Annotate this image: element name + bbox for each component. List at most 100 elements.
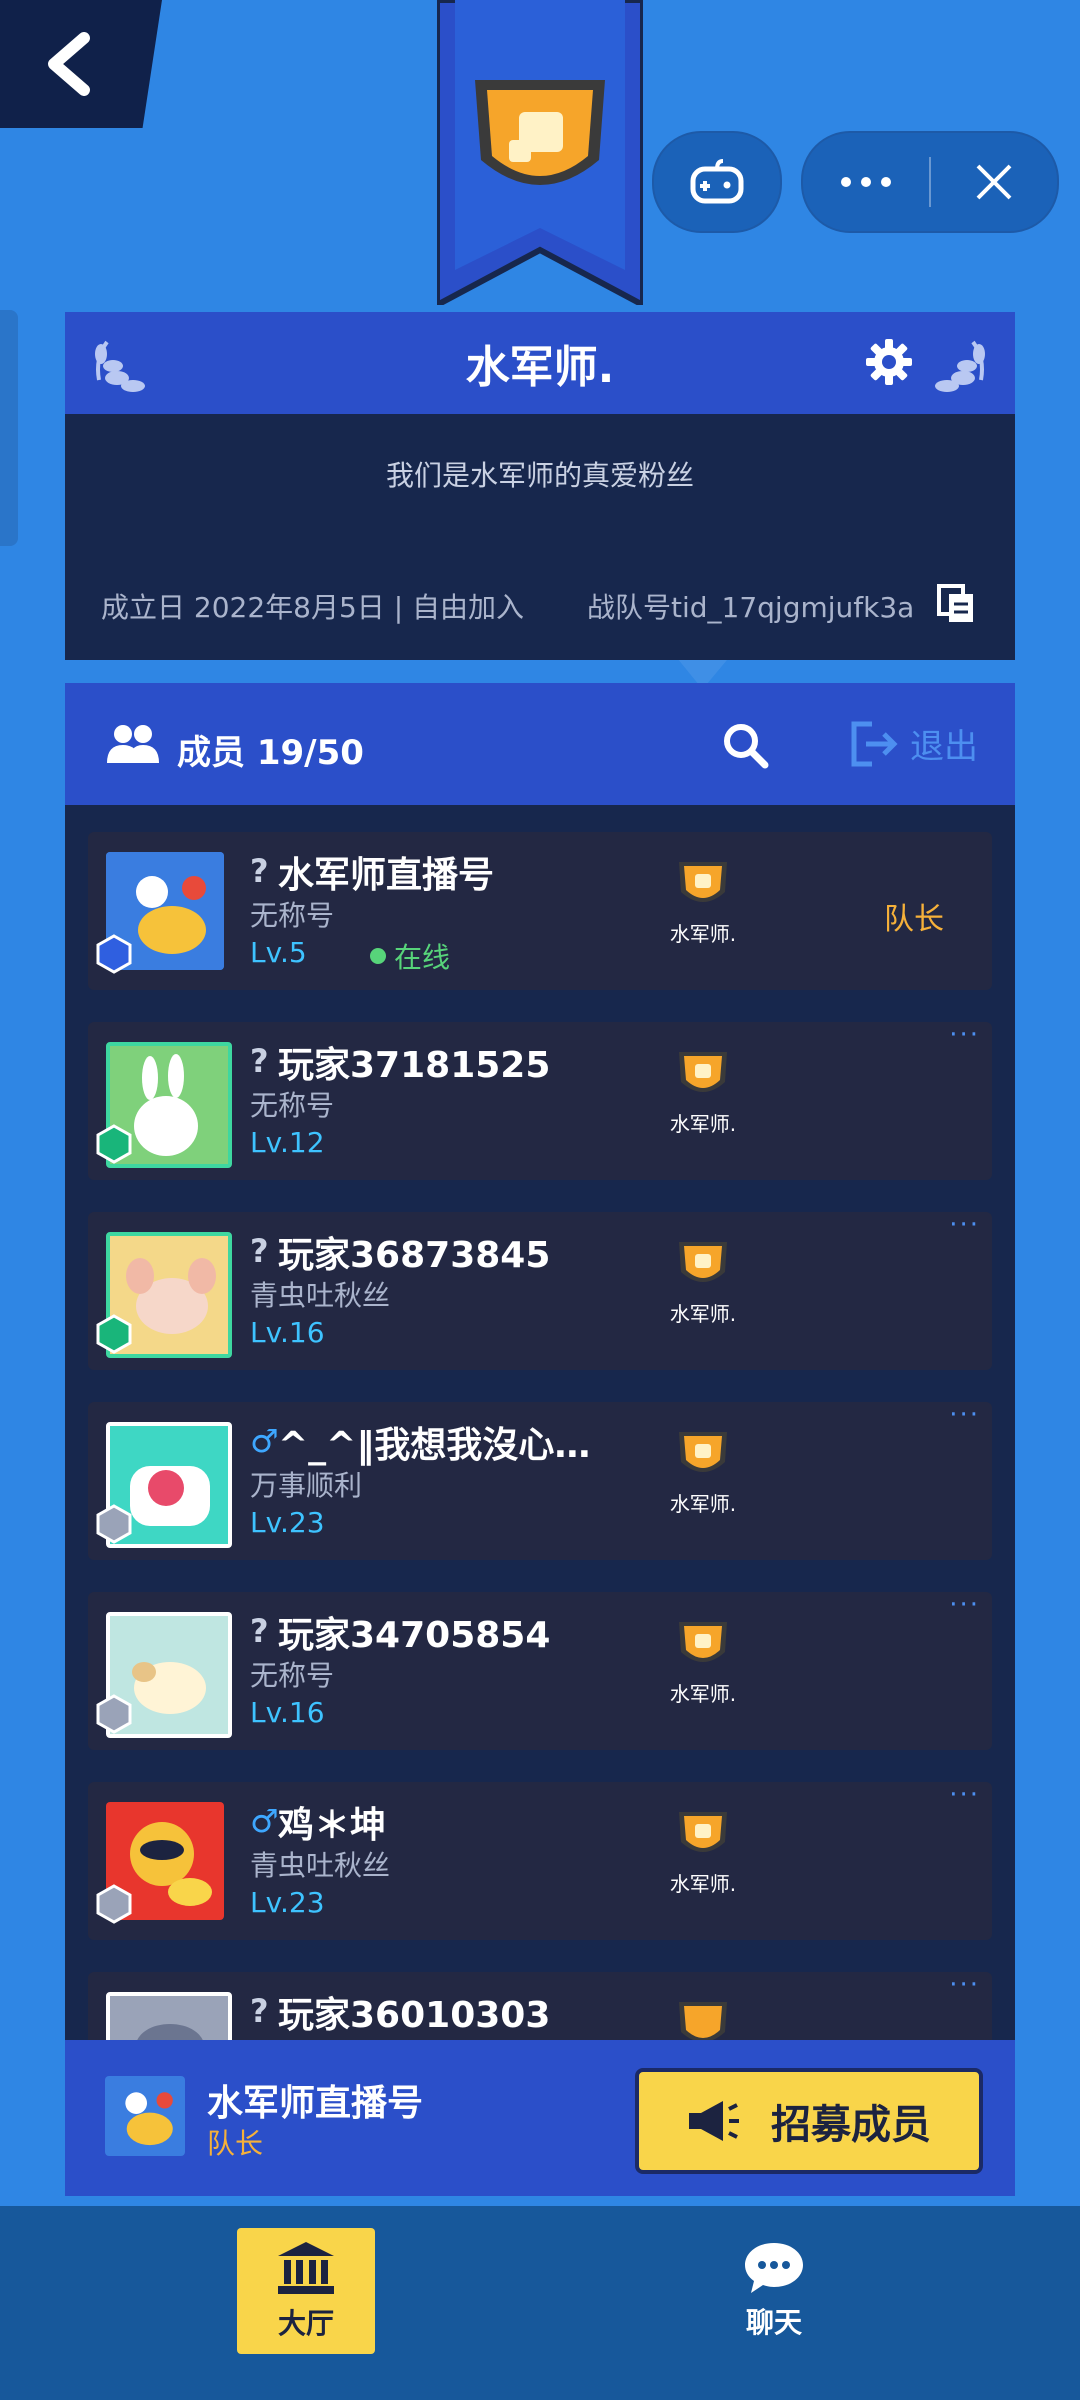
members-icon	[107, 725, 159, 763]
online-dot-icon	[370, 948, 386, 964]
member-row[interactable]: ? 水军师直播号 无称号 Lv.5 在线 水军师. 队长	[88, 832, 992, 990]
back-button[interactable]	[0, 0, 162, 128]
exit-icon	[851, 721, 898, 766]
bank-icon	[278, 2242, 334, 2294]
member-team-badge: 水军师.	[648, 1046, 758, 1137]
team-emblem-icon	[679, 1432, 727, 1472]
self-name: 水军师直播号	[207, 2083, 424, 2124]
rank-badge-icon	[96, 1694, 132, 1734]
member-gender: ♂	[250, 1802, 279, 1840]
exit-team-button[interactable]: 退出	[850, 719, 978, 768]
rank-badge-icon	[96, 934, 132, 974]
member-team-badge: 水军师.	[648, 856, 758, 947]
member-team-badge: 水军师.	[648, 1236, 758, 1327]
members-count: 成员 19/50	[177, 733, 364, 773]
team-description: 我们是水军师的真爱粉丝	[385, 459, 694, 492]
member-level: Lv.23	[250, 1886, 325, 1919]
team-emblem-icon	[475, 80, 605, 185]
team-emblem-icon	[679, 1242, 727, 1282]
self-role: 队长	[207, 2127, 264, 2160]
nav-chat-label: 聊天	[745, 2306, 802, 2339]
nav-chat-tab[interactable]: 聊天	[705, 2228, 843, 2354]
back-arrow-icon	[48, 32, 90, 96]
laurel-icon	[95, 340, 145, 392]
side-drawer-tab[interactable]	[0, 310, 18, 546]
member-team-badge: 水军师.	[648, 1806, 758, 1897]
online-status: 在线	[370, 936, 450, 976]
rank-badge-icon	[96, 1884, 132, 1924]
member-team-badge	[648, 1996, 758, 2040]
exit-label: 退出	[910, 727, 978, 767]
member-name: 玩家37181525	[278, 1045, 551, 1086]
member-title: 无称号	[250, 1089, 335, 1122]
team-founded: 成立日 2022年8月5日 | 自由加入	[101, 591, 525, 624]
team-header: 水军师.	[65, 312, 1015, 414]
member-gender: ♂	[250, 1422, 279, 1460]
game-center-button[interactable]	[652, 131, 782, 233]
member-title: 万事顺利	[250, 1469, 363, 1502]
laurel-icon	[935, 340, 985, 392]
member-title: 青虫吐秋丝	[250, 1849, 391, 1882]
member-more-button[interactable]: ···	[949, 1400, 980, 1430]
member-gender: ?	[250, 1042, 269, 1080]
more-dots-icon	[841, 177, 891, 187]
member-row[interactable]: ♂ 鸡＊坤 青虫吐秋丝 Lv.23 水军师. ···	[88, 1780, 992, 1940]
member-more-button[interactable]: ···	[949, 1970, 980, 2000]
member-more-button[interactable]: ···	[949, 1020, 980, 1050]
member-level: Lv.16	[250, 1696, 325, 1729]
search-icon[interactable]	[721, 721, 769, 769]
gear-icon[interactable]	[865, 338, 913, 386]
close-button[interactable]	[931, 133, 1057, 231]
avatar-image	[110, 1996, 228, 2040]
member-more-button[interactable]: ···	[949, 1590, 980, 1620]
team-emblem-icon	[679, 1052, 727, 1092]
member-more-button[interactable]: ···	[949, 1780, 980, 1810]
close-icon	[976, 164, 1012, 200]
megaphone-icon	[689, 2101, 739, 2141]
member-title: 无称号	[250, 899, 335, 932]
team-id: 战队号tid_17qjgmjufk3a	[587, 591, 915, 624]
member-name: 水军师直播号	[278, 855, 495, 896]
nav-hall-label: 大厅	[277, 2307, 334, 2340]
self-avatar[interactable]	[105, 2076, 185, 2156]
bottom-nav: 大厅 聊天	[0, 2206, 1080, 2400]
avatar-image	[105, 2076, 185, 2156]
member-level: Lv.16	[250, 1316, 325, 1349]
more-button[interactable]	[803, 133, 929, 231]
team-emblem-icon	[679, 862, 727, 902]
member-name: 玩家34705854	[278, 1615, 551, 1656]
rank-badge-icon	[96, 1124, 132, 1164]
member-row[interactable]: ♂ ^_^‖我想我沒心… 万事顺利 Lv.23 水军师. ···	[88, 1400, 992, 1560]
team-emblem-icon	[679, 1622, 727, 1662]
self-info-bar: 水军师直播号 队长 招募成员	[65, 2040, 1015, 2196]
member-name: ^_^‖我想我沒心…	[278, 1425, 591, 1466]
member-row[interactable]: ? 玩家36873845 青虫吐秋丝 Lv.16 水军师. ···	[88, 1210, 992, 1370]
team-emblem-icon	[679, 1812, 727, 1852]
member-more-button[interactable]: ···	[949, 1210, 980, 1240]
recruit-members-button[interactable]: 招募成员	[635, 2068, 983, 2174]
copy-icon[interactable]	[937, 584, 975, 624]
member-row[interactable]: ? 玩家36010303 ···	[88, 1970, 992, 2040]
recruit-label: 招募成员	[771, 2102, 931, 2148]
member-name: 玩家36873845	[278, 1235, 551, 1276]
member-gender: ?	[250, 1612, 269, 1650]
team-emblem-banner	[437, 0, 643, 305]
member-row[interactable]: ? 玩家37181525 无称号 Lv.12 水军师. ···	[88, 1020, 992, 1180]
member-name: 鸡＊坤	[278, 1805, 387, 1846]
member-gender: ?	[250, 1992, 269, 2030]
member-role: 队长	[884, 902, 944, 937]
team-info-panel: 我们是水军师的真爱粉丝 成立日 2022年8月5日 | 自由加入 战队号tid_…	[65, 414, 1015, 660]
rank-badge-icon	[96, 1314, 132, 1354]
member-avatar[interactable]	[106, 1992, 232, 2040]
member-row[interactable]: ? 玩家34705854 无称号 Lv.16 水军师. ···	[88, 1590, 992, 1750]
nav-hall-tab[interactable]: 大厅	[237, 2228, 375, 2354]
team-emblem-icon	[679, 2002, 727, 2040]
member-title: 青虫吐秋丝	[250, 1279, 391, 1312]
gamepad-icon	[690, 159, 744, 204]
member-title: 无称号	[250, 1659, 335, 1692]
member-list[interactable]: ? 水军师直播号 无称号 Lv.5 在线 水军师. 队长 ? 玩家3718152…	[65, 805, 1015, 2040]
member-team-badge: 水军师.	[648, 1616, 758, 1707]
member-gender: ?	[250, 852, 269, 890]
rank-badge-icon	[96, 1504, 132, 1544]
chat-bubble-icon	[745, 2243, 803, 2293]
